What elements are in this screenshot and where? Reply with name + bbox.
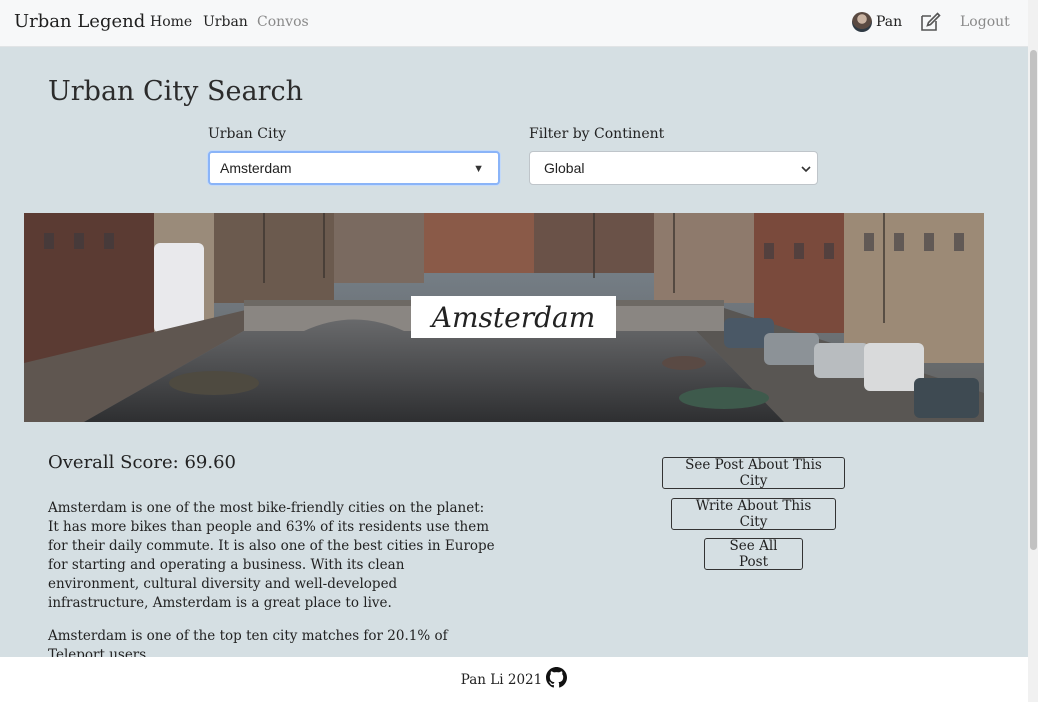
- github-icon[interactable]: [546, 667, 568, 692]
- navbar: Urban Legend Home Urban Convos Pan Logou…: [0, 0, 1028, 47]
- nav-urban[interactable]: Urban: [203, 14, 248, 30]
- continent-label: Filter by Continent: [529, 126, 665, 142]
- see-all-post-button[interactable]: See All Post: [704, 538, 803, 570]
- logout-link[interactable]: Logout: [960, 14, 1010, 30]
- overall-score: Overall Score: 69.60: [48, 452, 236, 473]
- user-menu[interactable]: Pan: [852, 12, 902, 32]
- city-description: Amsterdam is one of the most bike-friend…: [48, 500, 495, 611]
- brand-logo[interactable]: Urban Legend: [14, 11, 145, 32]
- footer-credit: Pan Li 2021: [460, 671, 543, 688]
- city-label: Urban City: [208, 126, 286, 142]
- write-about-button[interactable]: Write About This City: [671, 498, 836, 530]
- city-select-value: Amsterdam: [220, 160, 292, 176]
- scrollbar-thumb[interactable]: [1030, 50, 1037, 550]
- avatar: [852, 12, 872, 32]
- edit-icon[interactable]: [918, 10, 942, 38]
- nav-convos[interactable]: Convos: [257, 14, 309, 30]
- city-name-overlay: Amsterdam: [411, 296, 616, 338]
- continent-select-value: Global: [544, 160, 585, 176]
- dropdown-arrow-icon: ▼: [473, 163, 484, 176]
- city-select[interactable]: Amsterdam ▼: [208, 151, 500, 185]
- footer: Pan Li 2021: [0, 657, 1028, 702]
- see-post-button[interactable]: See Post About This City: [662, 457, 845, 489]
- continent-select[interactable]: Global: [529, 151, 818, 185]
- chevron-down-icon: [801, 160, 811, 176]
- page-title: Urban City Search: [48, 76, 303, 107]
- user-name: Pan: [876, 14, 903, 30]
- nav-home[interactable]: Home: [150, 14, 192, 30]
